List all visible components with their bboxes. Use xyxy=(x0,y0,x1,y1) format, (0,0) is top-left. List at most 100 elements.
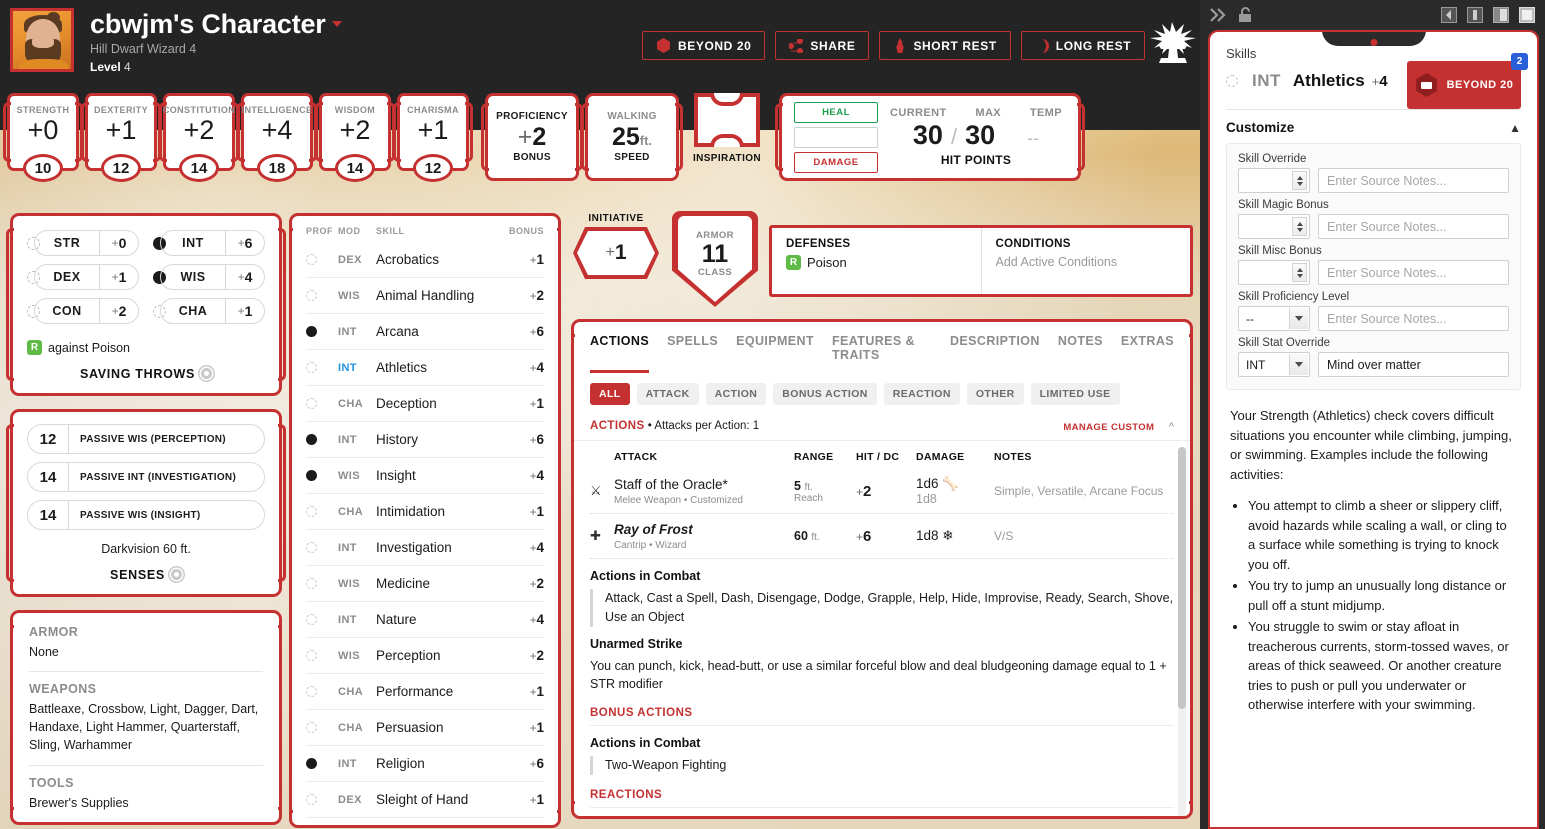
chevron-double-right-icon[interactable] xyxy=(1210,8,1228,22)
proficiency-dot-icon[interactable] xyxy=(1226,75,1238,87)
skill-magic-bonus-stepper[interactable] xyxy=(1238,214,1310,239)
hp-current-value[interactable]: 30 xyxy=(913,120,943,151)
tab-features-traits[interactable]: FEATURES & TRAITS xyxy=(832,334,932,373)
ability-score[interactable]: 12 xyxy=(413,154,453,182)
full-panel-icon[interactable] xyxy=(1519,7,1535,23)
skill-row[interactable]: CHA Intimidation +1 xyxy=(306,494,544,530)
add-conditions-link[interactable]: Add Active Conditions xyxy=(996,255,1177,269)
skill-row[interactable]: CHA Persuasion +1 xyxy=(306,710,544,746)
skill-row[interactable]: WIS Perception +2 xyxy=(306,638,544,674)
ability-score[interactable]: 14 xyxy=(179,154,219,182)
armor-class-block[interactable]: ARMOR 11 CLASS xyxy=(671,211,759,307)
ability-score[interactable]: 14 xyxy=(335,154,375,182)
center-panel-icon[interactable] xyxy=(1467,7,1483,23)
manage-custom-link[interactable]: MANAGE CUSTOM xyxy=(1063,422,1154,433)
ability-score[interactable]: 10 xyxy=(23,154,63,182)
tab-notes[interactable]: NOTES xyxy=(1058,334,1103,373)
ability-constitution[interactable]: CONSTITUTION +2 14 xyxy=(159,93,239,182)
filter-reaction[interactable]: REACTION xyxy=(883,383,960,405)
saving-throw-wis[interactable]: WIS +4 xyxy=(153,264,265,290)
saving-throw-dex[interactable]: DEX +1 xyxy=(27,264,139,290)
damage-button[interactable]: DAMAGE xyxy=(794,151,878,173)
ability-charisma[interactable]: CHARISMA +1 12 xyxy=(393,93,473,182)
senses-footer[interactable]: SENSES xyxy=(27,556,265,586)
skill-row[interactable]: WIS Animal Handling +2 xyxy=(306,278,544,314)
filter-all[interactable]: ALL xyxy=(590,383,630,405)
tab-spells[interactable]: SPELLS xyxy=(667,334,718,373)
chevron-up-icon[interactable]: ▲ xyxy=(1509,121,1521,135)
hp-amount-input[interactable] xyxy=(794,126,878,148)
skill-override-stepper[interactable] xyxy=(1238,168,1310,193)
short-rest-button[interactable]: SHORT REST xyxy=(879,31,1011,60)
skill-row[interactable]: INT Arcana +6 xyxy=(306,314,544,350)
walking-speed-block[interactable]: WALKING 25ft. SPEED xyxy=(581,93,683,181)
tab-description[interactable]: DESCRIPTION xyxy=(950,334,1040,373)
gear-icon[interactable] xyxy=(170,569,182,580)
ability-intelligence[interactable]: INTELLIGENCE +4 18 xyxy=(237,93,317,182)
skill-magic-bonus-notes[interactable] xyxy=(1318,214,1509,239)
ability-score[interactable]: 18 xyxy=(257,154,297,182)
split-panel-icon[interactable] xyxy=(1493,7,1509,23)
skill-row[interactable]: DEX Sleight of Hand +1 xyxy=(306,782,544,818)
skill-row[interactable]: CHA Performance +1 xyxy=(306,674,544,710)
hp-temp-value[interactable]: -- xyxy=(1027,128,1039,149)
skill-proficiency-level-select[interactable]: -- xyxy=(1238,306,1310,331)
skill-proficiency-level-notes[interactable] xyxy=(1318,306,1509,331)
filter-attack[interactable]: ATTACK xyxy=(636,383,699,405)
filter-action[interactable]: ACTION xyxy=(705,383,767,405)
skill-row[interactable]: WIS Insight +4 xyxy=(306,458,544,494)
skill-row[interactable]: CHA Deception +1 xyxy=(306,386,544,422)
filter-limited-use[interactable]: LIMITED USE xyxy=(1030,383,1120,405)
skill-stat-override-notes[interactable] xyxy=(1318,352,1509,377)
saving-throw-str[interactable]: STR +0 xyxy=(27,230,139,256)
skill-misc-bonus-stepper[interactable] xyxy=(1238,260,1310,285)
tab-actions[interactable]: ACTIONS xyxy=(590,334,650,373)
saving-throws-footer[interactable]: SAVING THROWS xyxy=(27,355,265,385)
filter-bonus-action[interactable]: BONUS ACTION xyxy=(773,383,877,405)
filter-other[interactable]: OTHER xyxy=(966,383,1024,405)
skill-row[interactable]: INT History +6 xyxy=(306,422,544,458)
inspiration-token[interactable] xyxy=(694,93,760,147)
panel-drag-handle[interactable] xyxy=(1321,32,1426,46)
initiative-block[interactable]: INITIATIVE +1 xyxy=(571,213,661,279)
chevron-down-icon[interactable] xyxy=(331,21,342,28)
attack-row[interactable]: ✚ Ray of Frost Cantrip • Wizard 60 ft. +… xyxy=(590,514,1174,559)
avatar[interactable] xyxy=(10,8,74,72)
long-rest-button[interactable]: LONG REST xyxy=(1020,31,1146,60)
saving-throw-int[interactable]: INT +6 xyxy=(153,230,265,256)
ability-dexterity[interactable]: DEXTERITY +1 12 xyxy=(81,93,161,182)
skill-row[interactable]: INT Athletics +4 xyxy=(306,350,544,386)
gear-icon[interactable] xyxy=(201,368,213,379)
saving-throw-cha[interactable]: CHA +1 xyxy=(153,298,265,324)
collapse-left-icon[interactable] xyxy=(1441,7,1457,23)
defense-item[interactable]: R Poison xyxy=(786,255,967,270)
conditions-section[interactable]: CONDITIONS Add Active Conditions xyxy=(980,228,1191,294)
skill-row[interactable]: INT Religion +6 xyxy=(306,746,544,782)
skill-row[interactable]: INT Nature +4 xyxy=(306,602,544,638)
heal-button[interactable]: HEAL xyxy=(794,101,878,123)
skill-stat-override-select[interactable]: INT xyxy=(1238,352,1310,377)
beyond20-roll-button[interactable]: BEYOND 20 2 xyxy=(1407,53,1528,109)
tab-extras[interactable]: EXTRAS xyxy=(1121,334,1174,373)
skill-misc-bonus-notes[interactable] xyxy=(1318,260,1509,285)
customize-header[interactable]: Customize ▲ xyxy=(1226,110,1521,143)
chevron-up-icon[interactable]: ^ xyxy=(1169,421,1174,433)
page-title[interactable]: cbwjm's Character xyxy=(90,10,326,39)
proficiency-bonus-block[interactable]: PROFICIENCY +2 BONUS xyxy=(481,93,583,181)
ability-score[interactable]: 12 xyxy=(101,154,141,182)
skill-override-notes[interactable] xyxy=(1318,168,1509,193)
skill-row[interactable]: INT Investigation +4 xyxy=(306,530,544,566)
anvil-icon[interactable] xyxy=(1148,20,1198,66)
unlock-icon[interactable] xyxy=(1238,7,1252,23)
share-button[interactable]: SHARE xyxy=(775,31,870,60)
skill-row[interactable]: WIS Medicine +2 xyxy=(306,566,544,602)
inspiration-block[interactable]: INSPIRATION xyxy=(691,93,763,164)
saving-throw-con[interactable]: CON +2 xyxy=(27,298,139,324)
ability-wisdom[interactable]: WISDOM +2 14 xyxy=(315,93,395,182)
hp-max-value[interactable]: 30 xyxy=(965,120,995,151)
ability-strength[interactable]: STRENGTH +0 10 xyxy=(3,93,83,182)
beyond20-button[interactable]: BEYOND 20 xyxy=(642,31,766,60)
skill-row[interactable]: DEX Acrobatics +1 xyxy=(306,242,544,278)
defenses-section[interactable]: DEFENSES R Poison xyxy=(772,228,981,294)
content-scrollbar[interactable] xyxy=(1178,447,1186,816)
